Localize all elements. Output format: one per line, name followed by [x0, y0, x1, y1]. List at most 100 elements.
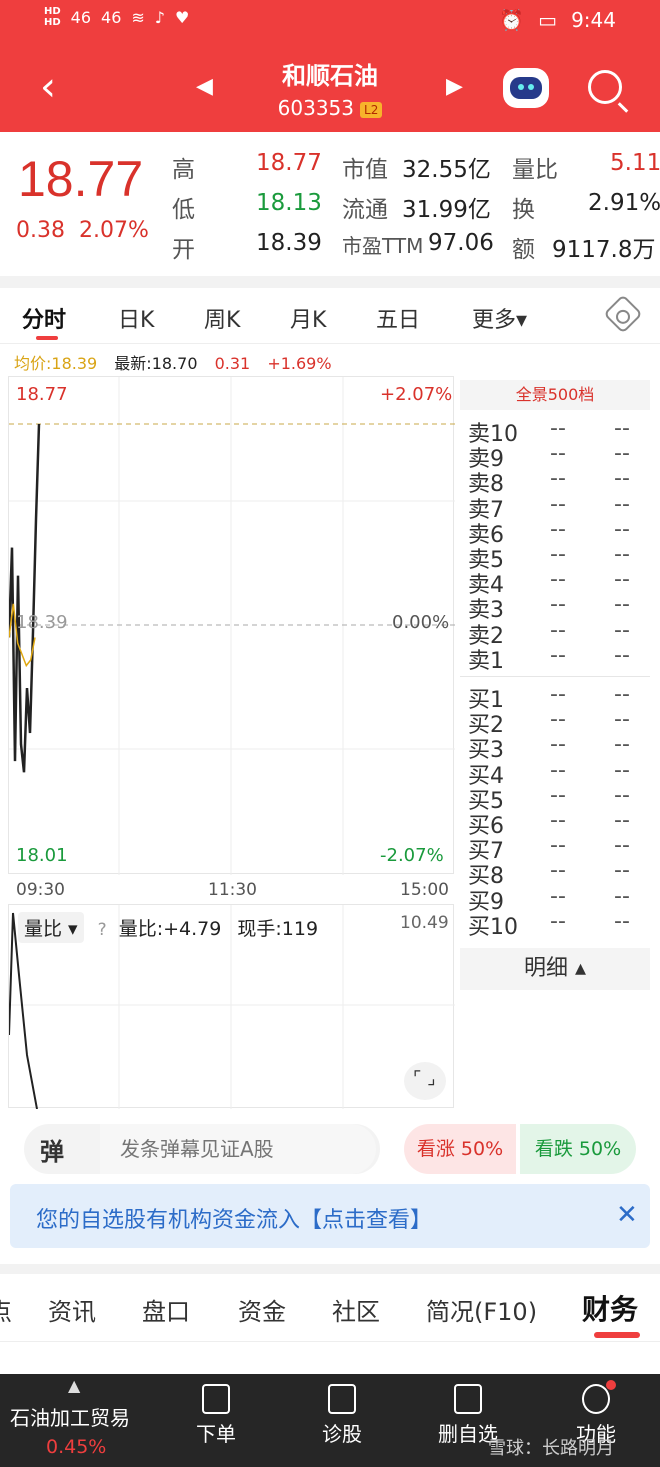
book-row-buys[interactable]: 买10 -- --: [468, 909, 648, 941]
tab-finance[interactable]: 财务: [582, 1288, 638, 1328]
book-price: --: [550, 642, 566, 668]
book-volume: --: [614, 567, 630, 593]
time-noon: 11:30: [208, 880, 257, 900]
order-icon: [202, 1384, 230, 1414]
book-volume: --: [614, 833, 630, 859]
book-price: --: [550, 707, 566, 733]
turnover-value: 2.91%: [588, 190, 660, 216]
book-level-label: 卖1: [468, 648, 504, 674]
detail-button[interactable]: 明细 ▴: [460, 948, 650, 990]
bullish-button[interactable]: 看涨 50%: [404, 1124, 516, 1174]
pe-value: 97.06: [428, 230, 494, 256]
header: ‹ ◀ 和顺石油 603353 L2 ▶: [0, 44, 660, 132]
low-value: 18.13: [256, 190, 322, 216]
book-price: --: [550, 416, 566, 441]
info-tabs: 点 资讯 盘口 资金 社区 简况(F10) 财务: [0, 1264, 660, 1342]
help-icon[interactable]: ?: [98, 920, 107, 940]
high-label: 高: [172, 157, 195, 183]
nav-diagnose[interactable]: 诊股: [302, 1384, 382, 1447]
danmu-icon[interactable]: 弹: [40, 1132, 64, 1167]
amount-value: 9117.8万: [552, 237, 656, 263]
open-label: 开: [172, 237, 195, 263]
volume-selector[interactable]: 量比 ▾: [18, 912, 84, 943]
tab-monthly-k[interactable]: 月K: [290, 302, 326, 334]
book-volume: --: [614, 707, 630, 733]
tab-community[interactable]: 社区: [332, 1292, 380, 1327]
nav-label: 下单: [196, 1422, 236, 1446]
book-volume: --: [614, 516, 630, 542]
order-book-title[interactable]: 全景500档: [460, 380, 650, 410]
signal-icon: 46: [70, 7, 92, 27]
chevron-up-icon[interactable]: ▲: [68, 1376, 80, 1395]
chart-mid-pct: 0.00%: [392, 612, 450, 633]
time-close: 15:00: [400, 880, 449, 900]
wifi-icon: ≋: [131, 7, 145, 27]
danmu-input[interactable]: [100, 1124, 376, 1174]
status-bar: HD HD 46 46 ≋ ♪ ♥ ⏰ ▭ 9:44: [0, 0, 660, 44]
book-price: --: [550, 782, 566, 808]
fund-inflow-banner[interactable]: 您的自选股有机构资金流入【点击查看】 ✕: [10, 1184, 650, 1248]
high-value: 18.77: [256, 150, 322, 176]
book-price: --: [550, 757, 566, 783]
menu-icon: [582, 1380, 616, 1414]
tab-indicator: [36, 336, 58, 340]
book-volume: --: [614, 642, 630, 668]
bearish-button[interactable]: 看跌 50%: [520, 1124, 636, 1174]
search-icon[interactable]: [588, 70, 622, 104]
signal-icon: 46: [101, 7, 122, 27]
price-chart[interactable]: [7, 376, 455, 875]
latest-change: 0.31: [214, 354, 251, 373]
tab-daily-k[interactable]: 日K: [118, 302, 154, 334]
minus-icon: [454, 1384, 482, 1414]
tab-funds[interactable]: 资金: [238, 1292, 286, 1327]
mktcap-value: 32.55亿: [402, 157, 491, 183]
book-volume: --: [614, 416, 630, 441]
next-stock-icon[interactable]: ▶: [446, 74, 463, 99]
tab-points[interactable]: 点: [0, 1292, 12, 1327]
low-label: 低: [172, 197, 195, 223]
book-volume: --: [614, 858, 630, 884]
book-volume: --: [614, 883, 630, 909]
tab-indicator: [594, 1332, 640, 1338]
book-divider: [460, 676, 650, 677]
book-volume: --: [614, 682, 630, 707]
tiktok-icon: ♪: [154, 7, 166, 27]
tab-weekly-k[interactable]: 周K: [204, 302, 240, 334]
tab-profile[interactable]: 简况(F10): [426, 1292, 537, 1327]
book-price: --: [550, 567, 566, 593]
tab-news[interactable]: 资讯: [48, 1292, 96, 1327]
chart-bottom-price: 18.01: [16, 845, 68, 866]
chart-mid-price: 18.39: [16, 612, 68, 633]
close-icon[interactable]: ✕: [616, 1200, 638, 1230]
chart-info-row: 均价:18.39 最新:18.70 0.31 +1.69%: [14, 350, 344, 374]
price-chart-svg: [7, 377, 455, 875]
latest-pct: +1.69%: [267, 354, 332, 373]
banner-text[interactable]: 您的自选股有机构资金流入【点击查看】: [36, 1202, 432, 1234]
nav-order[interactable]: 下单: [176, 1384, 256, 1447]
quote-panel: 18.77 0.38 2.07% 高 18.77 低 18.13 开 18.39…: [0, 132, 660, 276]
volume-ratio: 量比:+4.79: [118, 918, 222, 940]
stock-code: 603353: [277, 96, 355, 120]
robot-assistant-icon[interactable]: [503, 68, 549, 108]
book-price: --: [550, 682, 566, 707]
book-price: --: [550, 466, 566, 492]
nav-label: 诊股: [322, 1422, 362, 1446]
book-volume: --: [614, 491, 630, 517]
tab-more[interactable]: 更多▾: [472, 302, 527, 334]
book-price: --: [550, 617, 566, 643]
amount-label: 额: [512, 237, 535, 263]
tab-orderbook[interactable]: 盘口: [142, 1292, 190, 1327]
book-volume: --: [614, 732, 630, 758]
current-hand: 现手:119: [237, 918, 319, 940]
current-price: 18.77: [18, 151, 144, 207]
tab-five-day[interactable]: 五日: [376, 302, 420, 334]
chart-bottom-pct: -2.07%: [380, 845, 444, 866]
book-volume: --: [614, 466, 630, 492]
book-row-sells[interactable]: 卖1 -- --: [468, 643, 648, 675]
industry-name[interactable]: 石油加工贸易: [10, 1402, 130, 1431]
volume-max: 10.49: [400, 913, 449, 933]
tab-intraday[interactable]: 分时: [22, 302, 66, 334]
hd-indicator: HD HD: [44, 6, 61, 28]
book-level-label: 买10: [468, 914, 518, 940]
expand-icon[interactable]: [404, 1062, 446, 1100]
